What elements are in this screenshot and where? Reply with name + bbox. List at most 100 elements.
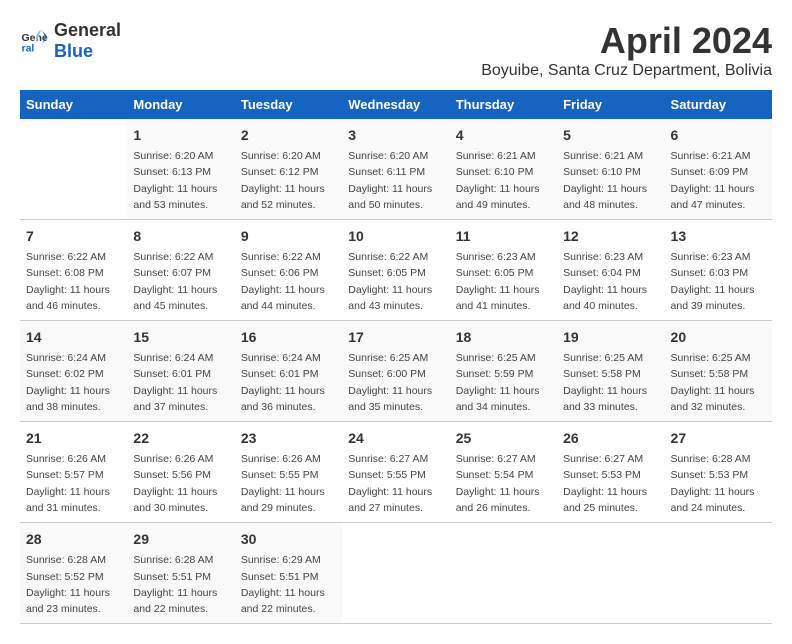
day-number: 15: [133, 327, 228, 348]
calendar-cell: 12Sunrise: 6:23 AM Sunset: 6:04 PM Dayli…: [557, 220, 664, 321]
weekday-header-tuesday: Tuesday: [235, 90, 342, 119]
day-info: Sunrise: 6:22 AM Sunset: 6:05 PM Dayligh…: [348, 249, 443, 314]
day-info: Sunrise: 6:22 AM Sunset: 6:06 PM Dayligh…: [241, 249, 336, 314]
day-info: Sunrise: 6:25 AM Sunset: 5:58 PM Dayligh…: [671, 350, 766, 415]
day-number: 10: [348, 226, 443, 247]
calendar-cell: 11Sunrise: 6:23 AM Sunset: 6:05 PM Dayli…: [450, 220, 557, 321]
day-number: 11: [456, 226, 551, 247]
weekday-header-saturday: Saturday: [665, 90, 772, 119]
weekday-header-thursday: Thursday: [450, 90, 557, 119]
calendar-cell: 24Sunrise: 6:27 AM Sunset: 5:55 PM Dayli…: [342, 422, 449, 523]
calendar-cell: 26Sunrise: 6:27 AM Sunset: 5:53 PM Dayli…: [557, 422, 664, 523]
month-title: April 2024: [481, 20, 772, 62]
day-number: 9: [241, 226, 336, 247]
weekday-header-friday: Friday: [557, 90, 664, 119]
day-info: Sunrise: 6:21 AM Sunset: 6:10 PM Dayligh…: [456, 148, 551, 213]
calendar-cell: 5Sunrise: 6:21 AM Sunset: 6:10 PM Daylig…: [557, 119, 664, 220]
calendar-cell: 9Sunrise: 6:22 AM Sunset: 6:06 PM Daylig…: [235, 220, 342, 321]
day-number: 23: [241, 428, 336, 449]
logo: Gene ral General Blue: [20, 20, 121, 62]
day-number: 14: [26, 327, 121, 348]
week-row-5: 28Sunrise: 6:28 AM Sunset: 5:52 PM Dayli…: [20, 523, 772, 624]
calendar-table: SundayMondayTuesdayWednesdayThursdayFrid…: [20, 90, 772, 624]
calendar-cell: 17Sunrise: 6:25 AM Sunset: 6:00 PM Dayli…: [342, 321, 449, 422]
calendar-cell: 7Sunrise: 6:22 AM Sunset: 6:08 PM Daylig…: [20, 220, 127, 321]
day-info: Sunrise: 6:24 AM Sunset: 6:02 PM Dayligh…: [26, 350, 121, 415]
calendar-cell: 25Sunrise: 6:27 AM Sunset: 5:54 PM Dayli…: [450, 422, 557, 523]
day-number: 16: [241, 327, 336, 348]
calendar-cell: 10Sunrise: 6:22 AM Sunset: 6:05 PM Dayli…: [342, 220, 449, 321]
calendar-cell: [20, 119, 127, 220]
calendar-cell: [450, 523, 557, 624]
calendar-cell: 4Sunrise: 6:21 AM Sunset: 6:10 PM Daylig…: [450, 119, 557, 220]
day-info: Sunrise: 6:22 AM Sunset: 6:07 PM Dayligh…: [133, 249, 228, 314]
week-row-3: 14Sunrise: 6:24 AM Sunset: 6:02 PM Dayli…: [20, 321, 772, 422]
weekday-header-row: SundayMondayTuesdayWednesdayThursdayFrid…: [20, 90, 772, 119]
logo-icon: Gene ral: [20, 26, 50, 56]
day-info: Sunrise: 6:20 AM Sunset: 6:11 PM Dayligh…: [348, 148, 443, 213]
day-info: Sunrise: 6:23 AM Sunset: 6:05 PM Dayligh…: [456, 249, 551, 314]
calendar-cell: 20Sunrise: 6:25 AM Sunset: 5:58 PM Dayli…: [665, 321, 772, 422]
day-info: Sunrise: 6:29 AM Sunset: 5:51 PM Dayligh…: [241, 552, 336, 617]
day-number: 3: [348, 125, 443, 146]
day-info: Sunrise: 6:22 AM Sunset: 6:08 PM Dayligh…: [26, 249, 121, 314]
day-info: Sunrise: 6:28 AM Sunset: 5:51 PM Dayligh…: [133, 552, 228, 617]
day-number: 28: [26, 529, 121, 550]
day-info: Sunrise: 6:27 AM Sunset: 5:55 PM Dayligh…: [348, 451, 443, 516]
day-info: Sunrise: 6:20 AM Sunset: 6:13 PM Dayligh…: [133, 148, 228, 213]
calendar-cell: 22Sunrise: 6:26 AM Sunset: 5:56 PM Dayli…: [127, 422, 234, 523]
day-number: 12: [563, 226, 658, 247]
weekday-header-sunday: Sunday: [20, 90, 127, 119]
logo-text-general: Gene: [54, 20, 99, 40]
day-info: Sunrise: 6:26 AM Sunset: 5:57 PM Dayligh…: [26, 451, 121, 516]
day-number: 18: [456, 327, 551, 348]
calendar-cell: 21Sunrise: 6:26 AM Sunset: 5:57 PM Dayli…: [20, 422, 127, 523]
calendar-cell: 3Sunrise: 6:20 AM Sunset: 6:11 PM Daylig…: [342, 119, 449, 220]
calendar-cell: 15Sunrise: 6:24 AM Sunset: 6:01 PM Dayli…: [127, 321, 234, 422]
calendar-cell: 30Sunrise: 6:29 AM Sunset: 5:51 PM Dayli…: [235, 523, 342, 624]
day-info: Sunrise: 6:26 AM Sunset: 5:55 PM Dayligh…: [241, 451, 336, 516]
day-info: Sunrise: 6:27 AM Sunset: 5:53 PM Dayligh…: [563, 451, 658, 516]
day-number: 27: [671, 428, 766, 449]
day-info: Sunrise: 6:25 AM Sunset: 6:00 PM Dayligh…: [348, 350, 443, 415]
calendar-cell: 1Sunrise: 6:20 AM Sunset: 6:13 PM Daylig…: [127, 119, 234, 220]
calendar-cell: 16Sunrise: 6:24 AM Sunset: 6:01 PM Dayli…: [235, 321, 342, 422]
week-row-1: 1Sunrise: 6:20 AM Sunset: 6:13 PM Daylig…: [20, 119, 772, 220]
day-info: Sunrise: 6:28 AM Sunset: 5:53 PM Dayligh…: [671, 451, 766, 516]
day-info: Sunrise: 6:23 AM Sunset: 6:03 PM Dayligh…: [671, 249, 766, 314]
calendar-cell: 2Sunrise: 6:20 AM Sunset: 6:12 PM Daylig…: [235, 119, 342, 220]
day-number: 1: [133, 125, 228, 146]
svg-text:ral: ral: [22, 43, 35, 55]
logo-text-ral: ral: [99, 20, 121, 40]
day-number: 30: [241, 529, 336, 550]
calendar-cell: [557, 523, 664, 624]
day-info: Sunrise: 6:27 AM Sunset: 5:54 PM Dayligh…: [456, 451, 551, 516]
calendar-cell: [665, 523, 772, 624]
day-number: 8: [133, 226, 228, 247]
day-number: 22: [133, 428, 228, 449]
calendar-cell: 27Sunrise: 6:28 AM Sunset: 5:53 PM Dayli…: [665, 422, 772, 523]
calendar-header: SundayMondayTuesdayWednesdayThursdayFrid…: [20, 90, 772, 119]
calendar-cell: 18Sunrise: 6:25 AM Sunset: 5:59 PM Dayli…: [450, 321, 557, 422]
day-info: Sunrise: 6:28 AM Sunset: 5:52 PM Dayligh…: [26, 552, 121, 617]
day-number: 13: [671, 226, 766, 247]
day-number: 2: [241, 125, 336, 146]
calendar-cell: 14Sunrise: 6:24 AM Sunset: 6:02 PM Dayli…: [20, 321, 127, 422]
calendar-cell: 28Sunrise: 6:28 AM Sunset: 5:52 PM Dayli…: [20, 523, 127, 624]
day-info: Sunrise: 6:23 AM Sunset: 6:04 PM Dayligh…: [563, 249, 658, 314]
day-info: Sunrise: 6:21 AM Sunset: 6:10 PM Dayligh…: [563, 148, 658, 213]
day-info: Sunrise: 6:21 AM Sunset: 6:09 PM Dayligh…: [671, 148, 766, 213]
header: Gene ral General Blue April 2024 Boyuibe…: [20, 20, 772, 80]
calendar-cell: 13Sunrise: 6:23 AM Sunset: 6:03 PM Dayli…: [665, 220, 772, 321]
day-number: 20: [671, 327, 766, 348]
logo-text-blue: Blue: [54, 41, 93, 61]
title-area: April 2024 Boyuibe, Santa Cruz Departmen…: [481, 20, 772, 80]
day-number: 4: [456, 125, 551, 146]
calendar-cell: 8Sunrise: 6:22 AM Sunset: 6:07 PM Daylig…: [127, 220, 234, 321]
calendar-cell: 29Sunrise: 6:28 AM Sunset: 5:51 PM Dayli…: [127, 523, 234, 624]
day-number: 19: [563, 327, 658, 348]
day-number: 26: [563, 428, 658, 449]
day-info: Sunrise: 6:26 AM Sunset: 5:56 PM Dayligh…: [133, 451, 228, 516]
calendar-cell: 6Sunrise: 6:21 AM Sunset: 6:09 PM Daylig…: [665, 119, 772, 220]
day-number: 5: [563, 125, 658, 146]
